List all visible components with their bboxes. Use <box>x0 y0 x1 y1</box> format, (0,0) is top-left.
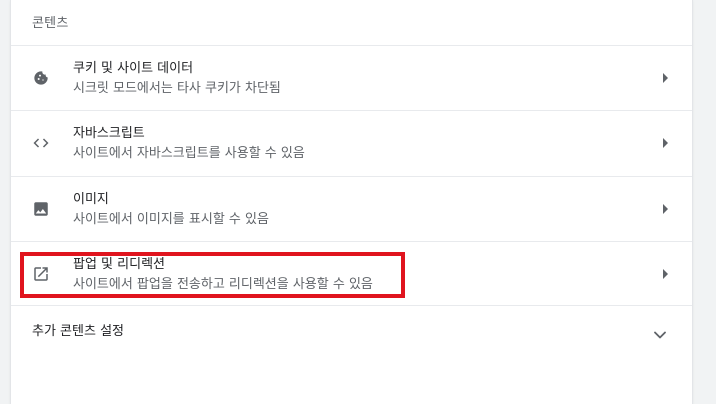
arrow-right-icon <box>663 268 668 279</box>
row-label: 이미지 <box>73 192 109 207</box>
row-label: 팝업 및 리디렉션 <box>73 257 165 272</box>
row-label: 자바스크립트 <box>73 126 145 141</box>
open-in-new-icon <box>31 264 51 284</box>
additional-content-settings-row[interactable]: 추가 콘텐츠 설정 <box>11 305 692 355</box>
row-description: 시크릿 모드에서는 타사 쿠키가 차단됨 <box>73 81 281 96</box>
code-icon <box>31 133 51 153</box>
content-settings-card: 콘텐츠 쿠키 및 사이트 데이터 시크릿 모드에서는 타사 쿠키가 차단됨 자바… <box>11 0 692 404</box>
javascript-row[interactable]: 자바스크립트 사이트에서 자바스크립트를 사용할 수 있음 <box>11 110 692 174</box>
images-row[interactable]: 이미지 사이트에서 이미지를 표시할 수 있음 <box>11 176 692 240</box>
section-title: 콘텐츠 <box>32 16 69 31</box>
cookie-icon <box>31 68 51 88</box>
arrow-right-icon <box>663 203 668 214</box>
row-label: 쿠키 및 사이트 데이터 <box>73 61 194 76</box>
image-icon <box>31 199 51 219</box>
chevron-down-icon <box>654 324 666 343</box>
row-description: 사이트에서 자바스크립트를 사용할 수 있음 <box>73 146 305 161</box>
cookies-row[interactable]: 쿠키 및 사이트 데이터 시크릿 모드에서는 타사 쿠키가 차단됨 <box>11 45 692 109</box>
row-description: 사이트에서 이미지를 표시할 수 있음 <box>73 212 269 227</box>
row-description: 사이트에서 팝업을 전송하고 리디렉션을 사용할 수 있음 <box>73 277 373 292</box>
popups-redirects-row[interactable]: 팝업 및 리디렉션 사이트에서 팝업을 전송하고 리디렉션을 사용할 수 있음 <box>11 241 692 305</box>
additional-content-settings-label: 추가 콘텐츠 설정 <box>32 324 124 339</box>
arrow-right-icon <box>663 137 668 148</box>
arrow-right-icon <box>663 72 668 83</box>
